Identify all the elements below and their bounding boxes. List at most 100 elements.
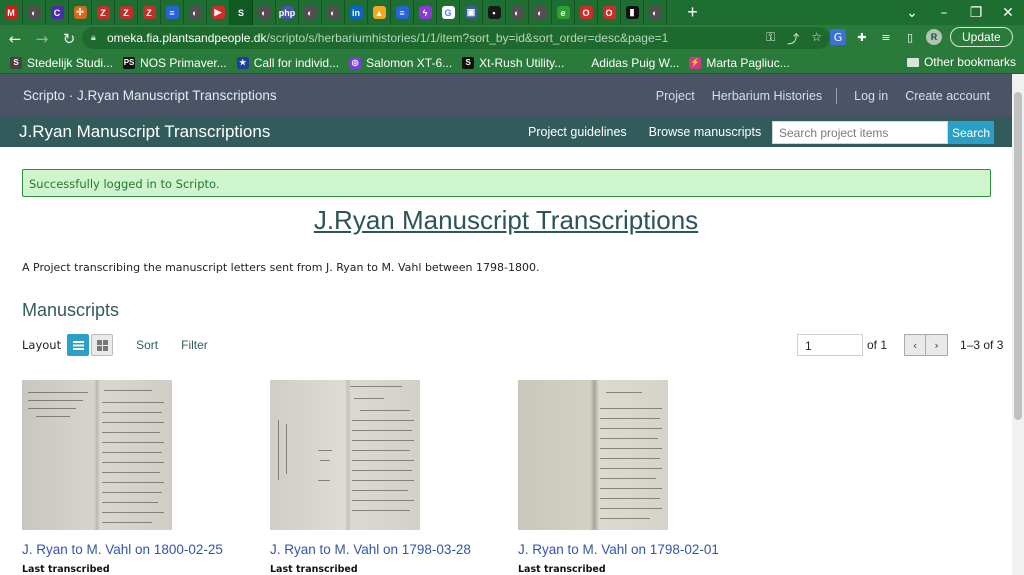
forward-arrow-icon[interactable]: →: [30, 27, 54, 51]
browser-tab[interactable]: in: [345, 0, 368, 25]
bookmark-item[interactable]: ⚡ Marta Pagliuc...: [689, 56, 790, 70]
share-icon[interactable]: ⤴: [787, 30, 799, 47]
page-scrollbar[interactable]: [1012, 74, 1024, 575]
browser-tab[interactable]: M: [0, 0, 23, 25]
scrollbar-thumb[interactable]: [1014, 92, 1022, 420]
browser-tab[interactable]: php: [276, 0, 299, 25]
search-button[interactable]: Search: [948, 121, 994, 144]
previous-page-button[interactable]: ‹: [904, 334, 927, 356]
browser-tab[interactable]: ◐: [299, 0, 322, 25]
star-icon[interactable]: ☆: [811, 30, 822, 47]
login-link[interactable]: Log in: [854, 89, 888, 103]
manuscript-title-link[interactable]: J. Ryan to M. Vahl on 1798-02-01: [518, 542, 748, 557]
manuscript-title-link[interactable]: J. Ryan to M. Vahl on 1800-02-25: [22, 542, 252, 557]
last-transcribed-label: Last transcribed: [270, 564, 358, 575]
browser-tab[interactable]: Z: [138, 0, 161, 25]
browser-tab[interactable]: ◐: [184, 0, 207, 25]
reload-icon[interactable]: ↻: [57, 27, 81, 51]
url-text[interactable]: omeka.fia.plantsandpeople.dk/scripto/s/h…: [107, 31, 668, 45]
restore-icon[interactable]: ❐: [960, 0, 992, 25]
project-guidelines-link[interactable]: Project guidelines: [528, 125, 627, 139]
browser-tab[interactable]: Z: [92, 0, 115, 25]
key-icon[interactable]: ⚿: [766, 30, 775, 47]
browser-tab[interactable]: ◐: [529, 0, 552, 25]
php-icon: php: [278, 6, 296, 19]
next-page-button[interactable]: ›: [926, 334, 949, 356]
lock-icon: 🔒︎: [91, 33, 96, 43]
side-panel-icon[interactable]: ▯: [902, 29, 918, 45]
top-nav: Project Herbarium Histories Log in Creat…: [639, 88, 990, 104]
browse-manuscripts-link[interactable]: Browse manuscripts: [649, 125, 762, 139]
manuscript-thumbnail[interactable]: [22, 380, 172, 530]
extensions-icon[interactable]: ✚: [854, 29, 870, 45]
nav-project-link[interactable]: Project: [656, 89, 695, 103]
chrome-page-icon: ◐: [326, 6, 340, 19]
chrome-page-icon: ◐: [303, 6, 317, 19]
browser-tab[interactable]: ◐: [253, 0, 276, 25]
bookmark-item[interactable]: PS NOS Primaver...: [123, 56, 227, 70]
nav-herbarium-histories-link[interactable]: Herbarium Histories: [712, 89, 822, 103]
toolbar-right: G ✚ ≡ ▯ R Update ⋮: [830, 27, 1024, 47]
sort-button[interactable]: Sort: [136, 338, 158, 352]
bookmark-item[interactable]: S Stedelijk Studi...: [10, 56, 113, 70]
back-arrow-icon[interactable]: ←: [3, 27, 27, 51]
page-number-input[interactable]: 1: [797, 334, 863, 356]
opera-icon: O: [579, 6, 593, 19]
google-icon: G: [441, 6, 455, 19]
browser-tab[interactable]: ✣: [69, 0, 92, 25]
media-icon[interactable]: ≡: [878, 29, 894, 45]
chevron-down-icon[interactable]: ⌄: [896, 0, 928, 25]
translate-icon[interactable]: G: [830, 29, 846, 45]
manuscript-thumbnail[interactable]: [270, 380, 420, 530]
browser-tab[interactable]: S: [230, 0, 253, 25]
browser-tab[interactable]: ≡: [391, 0, 414, 25]
bookmark-label: Stedelijk Studi...: [27, 55, 114, 70]
browser-tab[interactable]: ◐: [644, 0, 667, 25]
chrome-page-icon: ◐: [188, 6, 202, 19]
address-bar[interactable]: 🔒︎ omeka.fia.plantsandpeople.dk/scripto/…: [82, 27, 830, 49]
manuscript-card: J. Ryan to M. Vahl on 1798-03-28 Last tr…: [270, 380, 500, 575]
bookmark-item[interactable]: Adidas Puig W...: [574, 56, 679, 70]
browser-tab[interactable]: ▮: [621, 0, 644, 25]
minimize-icon[interactable]: –: [928, 0, 960, 25]
update-button[interactable]: Update: [950, 27, 1013, 47]
grid-layout-button[interactable]: [91, 334, 114, 356]
browser-tab[interactable]: ◐: [23, 0, 46, 25]
page-title[interactable]: J.Ryan Manuscript Transcriptions: [0, 205, 1012, 236]
project-title-link[interactable]: J.Ryan Manuscript Transcriptions: [19, 122, 270, 142]
browser-tab[interactable]: •: [483, 0, 506, 25]
other-bookmarks-label: Other bookmarks: [923, 55, 1016, 69]
filter-button[interactable]: Filter: [181, 338, 208, 352]
browser-tab[interactable]: O: [575, 0, 598, 25]
bookmark-item[interactable]: ◎ Salomon XT-6...: [349, 56, 452, 70]
list-layout-button[interactable]: [67, 334, 90, 356]
profile-avatar[interactable]: R: [926, 29, 942, 45]
bookmark-item[interactable]: ★ Call for individ...: [236, 56, 339, 70]
browser-tab[interactable]: G: [437, 0, 460, 25]
browser-tab[interactable]: Z: [115, 0, 138, 25]
browser-tab[interactable]: C: [46, 0, 69, 25]
create-account-link[interactable]: Create account: [905, 89, 990, 103]
bookmark-favicon-icon: PS: [123, 56, 136, 69]
browser-toolbar: ← → ↻ 🔒︎ omeka.fia.plantsandpeople.dk/sc…: [0, 25, 1024, 52]
browser-tab[interactable]: ▶: [207, 0, 230, 25]
close-icon[interactable]: ✕: [992, 0, 1024, 25]
manuscript-thumbnail[interactable]: [518, 380, 668, 530]
linkedin-icon: in: [349, 6, 363, 19]
browser-tab[interactable]: ≡: [161, 0, 184, 25]
browser-tab[interactable]: ϟ: [414, 0, 437, 25]
google-docs-icon: ≡: [395, 6, 409, 19]
bookmark-label: Salomon XT-6...: [366, 55, 453, 70]
browser-tab[interactable]: ▲: [368, 0, 391, 25]
browser-tab[interactable]: ▣: [460, 0, 483, 25]
new-tab-button[interactable]: +: [681, 0, 704, 25]
browser-tab[interactable]: ◐: [506, 0, 529, 25]
manuscript-title-link[interactable]: J. Ryan to M. Vahl on 1798-03-28: [270, 542, 500, 557]
other-bookmarks[interactable]: Other bookmarks: [906, 55, 1016, 69]
bookmark-item[interactable]: S Xt-Rush Utility...: [462, 56, 564, 70]
browser-tab[interactable]: e: [552, 0, 575, 25]
site-brand[interactable]: Scripto · J.Ryan Manuscript Transcriptio…: [23, 88, 277, 103]
browser-tab[interactable]: O: [598, 0, 621, 25]
browser-tab[interactable]: ◐: [322, 0, 345, 25]
search-input[interactable]: Search project items: [772, 121, 948, 144]
